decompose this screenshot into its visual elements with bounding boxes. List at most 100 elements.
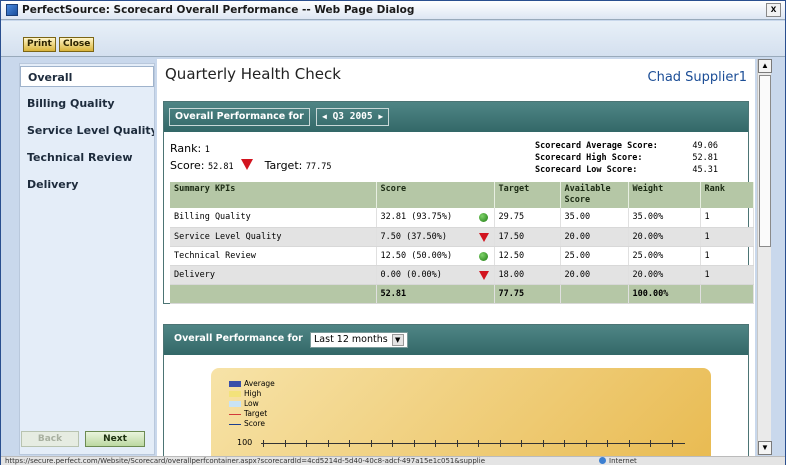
kpi-score: 32.81 (93.75%)	[376, 208, 495, 228]
axis-tick	[542, 440, 544, 447]
col-rank: Rank	[700, 182, 754, 208]
kpi-rank: 1	[700, 208, 754, 228]
sidebar-item-overall[interactable]: Overall	[20, 66, 154, 87]
totals-row: 52.81 77.75 100.00%	[170, 284, 754, 304]
score-line: Score: 52.81 Target: 77.75	[170, 159, 331, 172]
axis-tick	[585, 440, 587, 447]
scroll-down-icon[interactable]: ▼	[758, 441, 772, 455]
rank-label: Rank:	[170, 142, 202, 155]
legend-swatch	[229, 401, 241, 407]
quarter-value: Q3 2005	[332, 111, 373, 122]
next-quarter-icon[interactable]: ▶	[378, 112, 383, 121]
kpi-score-text: 12.50 (50.00%)	[380, 250, 453, 261]
kpi-available: 25.00	[560, 246, 629, 266]
scroll-up-icon[interactable]: ▲	[758, 59, 772, 73]
kpi-target: 12.50	[494, 246, 561, 266]
legend-item-low: Low	[229, 399, 275, 409]
below-target-icon	[478, 232, 489, 242]
legend-item-high: High	[229, 389, 275, 399]
status-bar: https://secure.perfect.com/Website/Score…	[1, 456, 785, 465]
kpi-name: Technical Review	[170, 246, 377, 266]
col-score: Score	[376, 182, 495, 208]
user-name: Chad Supplier1	[647, 70, 748, 85]
rank-value: 1	[204, 145, 210, 155]
kpi-name: Service Level Quality	[170, 227, 377, 247]
below-target-icon	[478, 270, 489, 280]
sidebar-item-technical-review[interactable]: Technical Review	[20, 147, 154, 168]
low-score-value: 45.31	[692, 165, 718, 175]
kpi-available: 20.00	[560, 227, 629, 247]
legend-swatch	[229, 413, 241, 415]
legend-item-average: Average	[229, 379, 275, 389]
main-content: Quarterly Health Check Chad Supplier1 Ov…	[157, 59, 755, 456]
axis-tick	[370, 440, 372, 447]
axis-tick	[521, 440, 522, 447]
table-row: Technical Review 12.50 (50.00%) 12.50 25…	[170, 246, 754, 266]
total-score: 52.81	[376, 284, 495, 304]
axis-tick	[435, 440, 436, 447]
legend-swatch	[229, 423, 241, 425]
legend-swatch	[229, 391, 241, 397]
print-button[interactable]: Print	[23, 37, 56, 52]
sidebar-item-delivery[interactable]: Delivery	[20, 174, 154, 195]
axis-tick-label: 100	[237, 438, 253, 447]
legend-item-score: Score	[229, 419, 275, 429]
sidebar-item-billing-quality[interactable]: Billing Quality	[20, 93, 154, 114]
table-header-row: Summary KPIs Score Target Available Scor…	[170, 182, 754, 208]
axis-tick	[607, 440, 608, 447]
period-select[interactable]: Last 12 months ▼	[310, 332, 408, 348]
sidebar-item-service-level-quality[interactable]: Service Level Quality	[20, 120, 154, 141]
axis-tick	[284, 440, 286, 447]
total-rank	[700, 284, 754, 304]
trend-panel: Overall Performance for Last 12 months ▼ …	[163, 324, 749, 456]
security-zone: Internet	[599, 457, 637, 465]
legend-item-target: Target	[229, 409, 275, 419]
trend-panel-header: Overall Performance for Last 12 months ▼	[164, 325, 748, 355]
kpi-name: Delivery	[170, 265, 377, 285]
low-score-label: Scorecard Low Score:	[535, 165, 638, 175]
dialog-window: PerfectSource: Scorecard Overall Perform…	[0, 0, 786, 465]
on-target-icon	[478, 251, 488, 261]
kpi-target: 17.50	[494, 227, 561, 247]
panel-header: Overall Performance for ◀ Q3 2005 ▶	[164, 102, 748, 132]
legend-label: Low	[244, 399, 259, 408]
table-row: Delivery 0.00 (0.00%) 18.00 20.00 20.00%…	[170, 265, 754, 285]
table-row: Service Level Quality 7.50 (37.50%) 17.5…	[170, 227, 754, 247]
sidebar-nav: Overall Billing Quality Service Level Qu…	[19, 63, 155, 455]
kpi-target: 29.75	[494, 208, 561, 228]
kpi-available: 20.00	[560, 265, 629, 285]
scroll-thumb[interactable]	[759, 75, 771, 247]
legend-label: Average	[244, 379, 275, 388]
scorecard-stats: Scorecard Average Score: 49.06 Scorecard …	[535, 140, 718, 176]
kpi-rank: 1	[700, 227, 754, 247]
kpi-score-text: 0.00 (0.00%)	[380, 269, 442, 280]
chevron-down-icon[interactable]: ▼	[391, 334, 404, 346]
vertical-scrollbar[interactable]: ▲ ▼	[757, 59, 772, 455]
zone-label: Internet	[609, 457, 637, 465]
status-url: https://secure.perfect.com/Website/Score…	[5, 457, 485, 465]
axis-tick	[564, 440, 565, 447]
trend-heading: Overall Performance for	[174, 333, 303, 344]
target-label: Target:	[264, 159, 303, 172]
axis-tick	[650, 440, 651, 447]
score-label: Score:	[170, 159, 205, 172]
total-available	[560, 284, 629, 304]
col-summary-kpis: Summary KPIs	[170, 182, 377, 208]
next-button[interactable]: Next	[85, 431, 145, 447]
window-title: PerfectSource: Scorecard Overall Perform…	[22, 4, 415, 16]
kpi-table: Summary KPIs Score Target Available Scor…	[170, 182, 754, 304]
prev-quarter-icon[interactable]: ◀	[322, 112, 327, 121]
kpi-score: 7.50 (37.50%)	[376, 227, 495, 247]
quarter-selector[interactable]: ◀ Q3 2005 ▶	[316, 108, 390, 126]
kpi-weight: 20.00%	[628, 227, 701, 247]
avg-score-label: Scorecard Average Score:	[535, 141, 658, 151]
legend-label: Score	[244, 419, 266, 428]
kpi-score: 12.50 (50.00%)	[376, 246, 495, 266]
legend-label: Target	[244, 409, 268, 418]
close-button[interactable]: Close	[59, 37, 95, 52]
title-bar: PerfectSource: Scorecard Overall Perform…	[1, 1, 785, 20]
kpi-rank: 1	[700, 265, 754, 285]
close-window-button[interactable]: x	[766, 3, 781, 17]
kpi-score-text: 32.81 (93.75%)	[380, 212, 453, 223]
trend-chart: Average High Low Target Score 100	[165, 356, 748, 456]
